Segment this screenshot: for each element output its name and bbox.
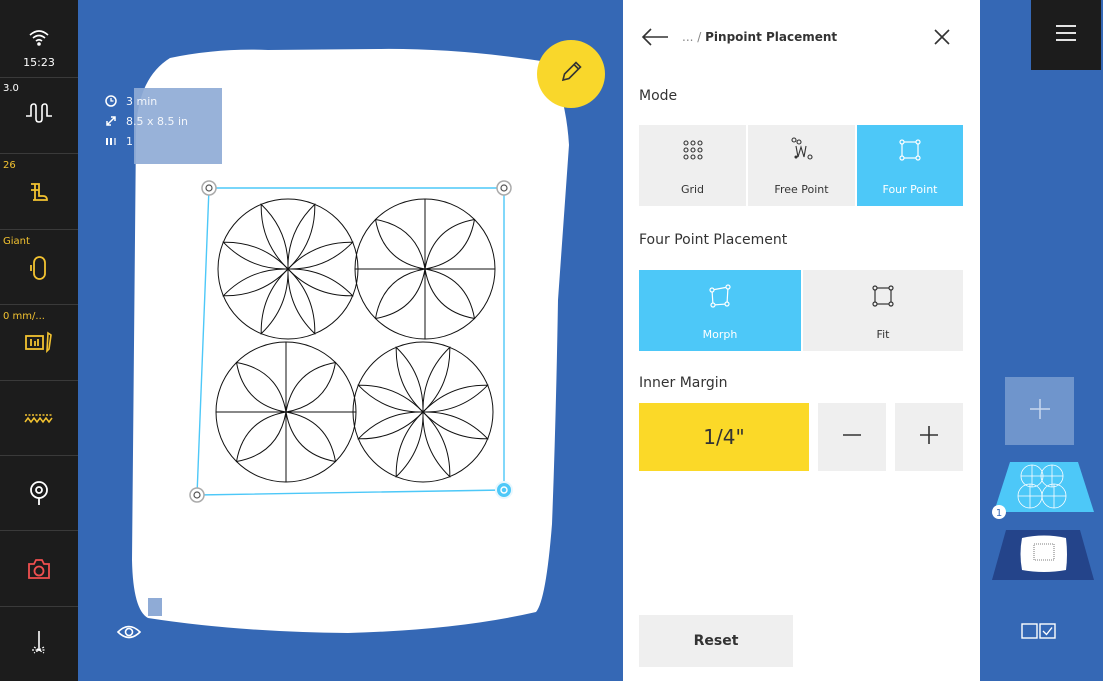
increase-margin-button[interactable] — [895, 403, 963, 471]
close-icon — [931, 29, 953, 52]
placement-fit-label: Fit — [876, 328, 890, 341]
placement-fit[interactable]: Fit — [803, 270, 963, 351]
hoop-setting[interactable]: Giant — [0, 230, 78, 305]
speed-setting[interactable]: 26 — [0, 154, 78, 230]
speed-value: 26 — [3, 160, 16, 171]
close-button[interactable] — [931, 26, 953, 48]
corner-handle-top-left[interactable] — [201, 180, 217, 196]
needle-icon — [0, 629, 78, 657]
minus-icon — [841, 424, 863, 450]
hamburger-icon — [1055, 24, 1077, 46]
checkbox-toggle-icon — [1021, 623, 1057, 644]
back-button[interactable] — [640, 25, 670, 49]
breadcrumb: ... / Pinpoint Placement — [682, 30, 837, 44]
design-info: 3 min 8.5 x 8.5 in 1 — [100, 88, 222, 164]
location-pin-icon — [0, 480, 78, 506]
plus-icon — [918, 424, 940, 450]
eye-icon — [116, 625, 142, 645]
inner-margin-heading: Inner Margin — [639, 375, 728, 391]
layer-badge: 1 — [992, 505, 1006, 519]
pencil-icon — [558, 59, 584, 89]
add-layer-button[interactable] — [1005, 377, 1074, 445]
placement-heading: Four Point Placement — [639, 232, 788, 248]
spacing-value: 0 mm/... — [3, 311, 45, 322]
placement-morph-label: Morph — [702, 328, 738, 341]
stitch-length-setting[interactable]: 3.0 — [0, 78, 78, 154]
needle-gauge-icon — [0, 331, 78, 353]
count-info: 1 — [100, 131, 133, 151]
mode-grid[interactable]: Grid — [639, 125, 746, 206]
clock: 15:23 — [23, 56, 55, 69]
resize-icon — [100, 115, 122, 127]
menu-button[interactable] — [1031, 0, 1101, 70]
camera-icon — [0, 557, 78, 581]
svg-text:1: 1 — [996, 508, 1002, 519]
layer-thumbnail-1[interactable] — [994, 462, 1094, 512]
camera-button[interactable] — [0, 531, 78, 607]
presser-foot-icon — [0, 182, 78, 204]
time-value: 3 min — [126, 94, 158, 108]
thread-setting[interactable] — [0, 381, 78, 456]
mode-four-point-label: Four Point — [882, 183, 938, 196]
inner-margin-value[interactable]: 1/4" — [639, 403, 809, 471]
placement-morph[interactable]: Morph — [639, 270, 801, 351]
mode-grid-label: Grid — [680, 183, 705, 196]
app-root: 15:23 3.0 26 Giant 0 mm/... 3 min 8.5 x … — [0, 0, 1103, 681]
layer-thumbnails: 1 — [992, 462, 1094, 580]
visibility-toggle[interactable] — [116, 623, 142, 641]
hoop-value: Giant — [3, 236, 30, 247]
locate-button[interactable] — [0, 456, 78, 531]
arrow-left-icon — [640, 28, 670, 53]
breadcrumb-prefix[interactable]: ... / — [682, 30, 705, 44]
clock-icon — [100, 95, 122, 107]
plus-icon — [1029, 398, 1051, 424]
layers-bar: 1 — [980, 0, 1103, 681]
corner-handle-top-right[interactable] — [496, 180, 512, 196]
needle-button[interactable] — [0, 607, 78, 681]
time-info: 3 min — [100, 91, 157, 111]
size-value: 8.5 x 8.5 in — [126, 114, 189, 128]
mode-heading: Mode — [639, 88, 678, 104]
hoop-icon — [0, 255, 78, 281]
wifi-icon — [0, 28, 78, 48]
mode-four-point[interactable]: Four Point — [857, 125, 963, 206]
left-status-bar: 15:23 3.0 26 Giant 0 mm/... — [0, 0, 78, 681]
four-point-icon — [899, 139, 921, 165]
spacing-setting[interactable]: 0 mm/... — [0, 305, 78, 381]
stitch-length-value: 3.0 — [3, 83, 19, 94]
reset-button[interactable]: Reset — [639, 615, 793, 667]
page-title: Pinpoint Placement — [705, 30, 838, 44]
edit-button[interactable] — [537, 40, 605, 108]
mode-free-point-label: Free Point — [774, 183, 829, 196]
corner-handle-bottom-left[interactable] — [189, 487, 205, 503]
panel-header: ... / Pinpoint Placement — [623, 0, 980, 74]
mode-free-point[interactable]: Free Point — [748, 125, 855, 206]
corner-handle-bottom-right[interactable] — [495, 481, 513, 499]
count-value: 1 — [126, 134, 133, 148]
decrease-margin-button[interactable] — [818, 403, 886, 471]
selection-toggle[interactable] — [1021, 622, 1057, 644]
stitch-length-icon — [0, 102, 78, 124]
wifi-status[interactable]: 15:23 — [0, 0, 78, 78]
morph-icon — [708, 284, 732, 312]
stack-icon — [100, 136, 122, 146]
zigzag-stitch-icon — [0, 413, 78, 425]
pinpoint-placement-panel: ... / Pinpoint Placement Mode Grid Free … — [623, 0, 980, 681]
fit-icon — [871, 284, 895, 312]
quilt-canvas[interactable]: 3 min 8.5 x 8.5 in 1 — [78, 0, 623, 681]
layer-thumbnail-2[interactable] — [992, 530, 1094, 580]
grid-points-icon — [682, 139, 704, 165]
size-info: 8.5 x 8.5 in — [100, 111, 188, 131]
free-point-icon — [790, 137, 814, 165]
